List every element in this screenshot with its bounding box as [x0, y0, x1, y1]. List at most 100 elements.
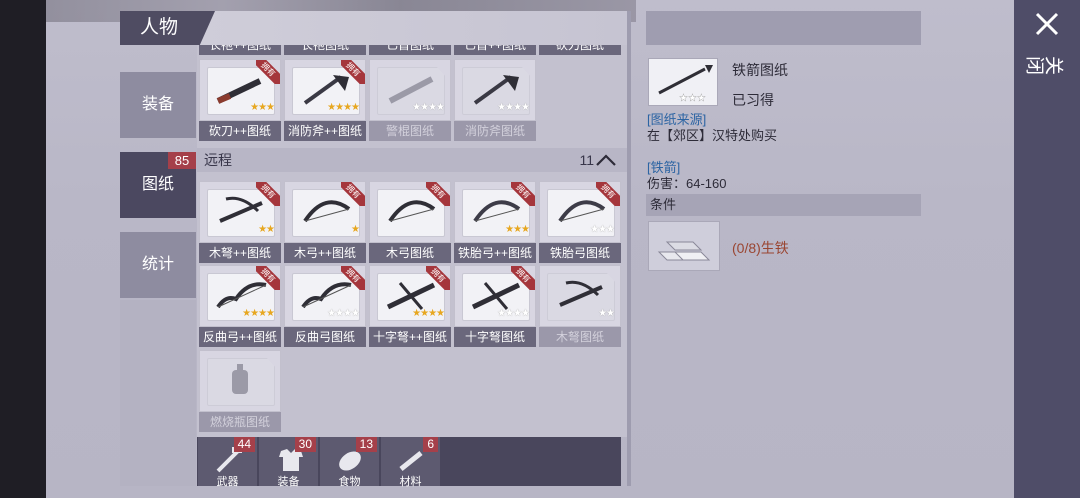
star-empty-icon: ★	[327, 308, 336, 319]
material-requirement: (0/8)生铁	[732, 240, 789, 256]
blueprint-thumbnail: ★★★★ 拥有	[284, 265, 366, 327]
owned-ribbon-label: 拥有	[426, 266, 450, 290]
star-empty-icon: ★	[497, 308, 506, 319]
blueprint-card[interactable]: ★★★★ 拥有 十字弩图纸	[454, 265, 536, 347]
inventory-tab[interactable]: 武器 44	[198, 437, 257, 488]
blueprint-card[interactable]: ★ 拥有 木弓++图纸	[284, 181, 366, 263]
owned-ribbon: 拥有	[596, 182, 620, 206]
detail-name: 铁箭图纸	[732, 62, 788, 78]
owned-ribbon-label: 拥有	[256, 182, 280, 206]
blueprint-card-label: 反曲弓++图纸	[199, 327, 281, 347]
category-column-fill	[120, 300, 196, 486]
star-empty-icon: ★	[598, 308, 607, 319]
owned-ribbon: 拥有	[426, 266, 450, 290]
star-empty-icon: ★	[497, 102, 506, 113]
category-tab-stats[interactable]: 统计	[120, 232, 196, 298]
owned-ribbon-label: 拥有	[256, 60, 280, 84]
owned-ribbon-label: 拥有	[256, 266, 280, 290]
molotov-icon	[232, 364, 248, 394]
chevron-up-icon[interactable]	[595, 154, 617, 167]
inventory-count-badge: 30	[294, 437, 316, 452]
ranged-section-header[interactable]: 远程 11	[197, 148, 627, 172]
blueprint-thumbnail	[199, 350, 281, 412]
star-empty-icon: ★	[420, 102, 429, 113]
star-filled-icon: ★	[266, 308, 275, 319]
blueprint-thumbnail: ★★★★ 拥有	[199, 265, 281, 327]
owned-ribbon: 拥有	[341, 60, 365, 84]
blueprint-thumbnail: ★★	[539, 265, 621, 327]
blueprint-count-badge: 85	[168, 152, 196, 169]
blueprint-card[interactable]: 拥有木弓图纸	[369, 181, 451, 263]
blueprint-card-label: 木弩++图纸	[199, 243, 281, 263]
blueprint-card[interactable]: ★★★★ 拥有反曲弓++图纸	[199, 265, 281, 347]
blueprint-card-label[interactable]: 匕首图纸	[369, 45, 451, 55]
blueprint-grid[interactable]: 长袍++图纸 长袍图纸 匕首图纸 匕首++图纸 砍刀图纸 ★★★ 拥有 砍刀++图纸 ★★★★ 拥…	[197, 45, 627, 437]
ranged-section-count: 11	[579, 152, 594, 168]
owned-ribbon-label: 拥有	[511, 182, 535, 206]
detail-header	[646, 11, 921, 45]
star-empty-icon: ★	[505, 102, 514, 113]
inventory-tab-label: 武器	[216, 476, 239, 488]
blueprint-card[interactable]: ★★ 拥有 木弩++图纸	[199, 181, 281, 263]
category-tab-equipment[interactable]: 装备	[120, 72, 196, 138]
star-empty-icon: ★	[521, 102, 530, 113]
star-filled-icon: ★	[412, 308, 421, 319]
blueprint-card[interactable]: ★★★★ 拥有 反曲弓图纸	[284, 265, 366, 347]
owned-ribbon: 拥有	[341, 266, 365, 290]
star-empty-icon: ★	[513, 102, 522, 113]
star-filled-icon: ★	[335, 102, 344, 113]
detail-source-text: 在【郊区】汉特处购买	[647, 128, 778, 143]
blueprint-card-label: 消防斧++图纸	[284, 121, 366, 141]
blueprint-card-label[interactable]: 长袍++图纸	[199, 45, 281, 55]
blueprint-card[interactable]: ★★★★ 警棍图纸	[369, 59, 451, 141]
blueprint-card[interactable]: 燃烧瓶图纸	[199, 350, 281, 432]
owned-ribbon: 拥有	[256, 266, 280, 290]
blueprint-thumbnail: ★★★★ 拥有	[369, 265, 451, 327]
blueprint-card-label[interactable]: 长袍图纸	[284, 45, 366, 55]
star-empty-icon: ★	[343, 308, 352, 319]
blueprint-card[interactable]: ★★★ 拥有 铁胎弓++图纸	[454, 181, 536, 263]
blueprint-card[interactable]: ★★★★ 消防斧图纸	[454, 59, 536, 141]
blueprint-thumbnail: ★★★★ 拥有	[284, 59, 366, 121]
detail-status: 已习得	[732, 92, 774, 108]
inventory-tab-label: 食物	[338, 476, 361, 488]
inventory-count-badge: 13	[355, 437, 377, 452]
star-filled-icon: ★	[505, 224, 514, 235]
star-empty-icon: ★	[521, 308, 530, 319]
star-filled-icon: ★	[343, 102, 352, 113]
star-filled-icon: ★	[436, 308, 445, 319]
star-empty-icon: ★	[513, 308, 522, 319]
blueprint-card-label: 燃烧瓶图纸	[199, 412, 281, 432]
close-panel[interactable]	[1014, 0, 1080, 498]
star-filled-icon: ★	[266, 224, 275, 235]
blueprint-card[interactable]: ★★★ 拥有 铁胎弓图纸	[539, 181, 621, 263]
star-filled-icon: ★	[327, 102, 336, 113]
blueprint-card-label: 木弓++图纸	[284, 243, 366, 263]
close-button-label[interactable]: 关闭	[1026, 52, 1064, 74]
star-rating: ★★★★	[232, 308, 275, 319]
detail-damage: 伤害：64-160	[647, 176, 727, 191]
owned-ribbon: 拥有	[426, 182, 450, 206]
blueprint-card-label: 木弓图纸	[369, 243, 451, 263]
blueprint-card[interactable]: ★★ 木弩图纸	[539, 265, 621, 347]
blueprint-card-label: 十字弩图纸	[454, 327, 536, 347]
owned-ribbon-label: 拥有	[341, 60, 365, 84]
star-filled-icon: ★	[266, 102, 275, 113]
close-icon[interactable]	[1033, 10, 1061, 38]
star-rating: ★	[317, 225, 360, 235]
iron-ingot-icon	[657, 241, 711, 261]
blueprint-card-label[interactable]: 砍刀图纸	[539, 45, 621, 55]
blueprint-card[interactable]: ★★★ 拥有 砍刀++图纸	[199, 59, 281, 141]
inventory-tab[interactable]: 材料 6	[381, 437, 440, 488]
inventory-tab[interactable]: 装备 30	[259, 437, 318, 488]
inventory-tab[interactable]: 食物 13	[320, 437, 379, 488]
star-rating: ★★★★	[402, 102, 445, 113]
blueprint-card[interactable]: ★★★★ 拥有 十字弩++图纸	[369, 265, 451, 347]
material-slot[interactable]	[648, 221, 720, 271]
blueprint-card-label: 木弩图纸	[539, 327, 621, 347]
star-empty-icon: ★	[335, 308, 344, 319]
grid-scrollbar[interactable]	[627, 11, 631, 486]
blueprint-card-label[interactable]: 匕首++图纸	[454, 45, 536, 55]
blueprint-card[interactable]: ★★★★ 拥有 消防斧++图纸	[284, 59, 366, 141]
inventory-tab-label: 材料	[399, 476, 422, 488]
